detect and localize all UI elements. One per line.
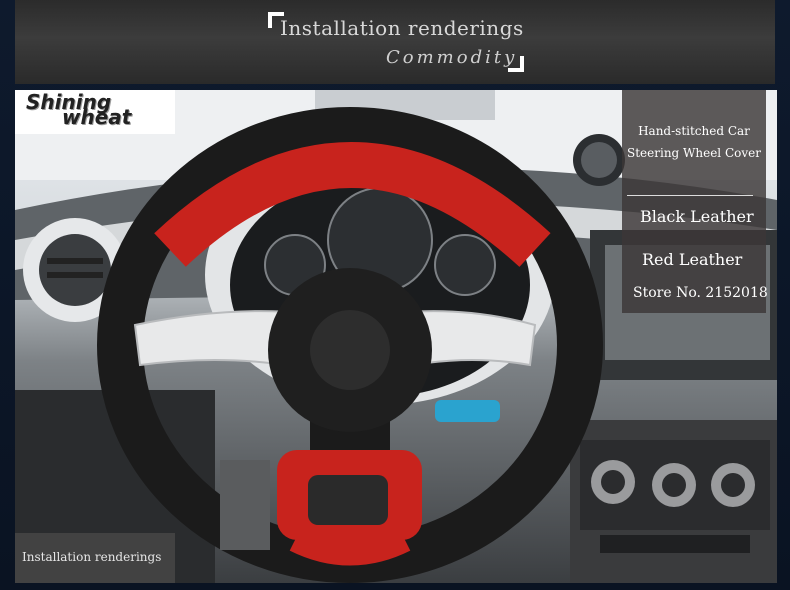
header-banner (15, 0, 775, 84)
option-black-leather: Black Leather (640, 207, 754, 226)
brand-logo: Shining wheat (26, 92, 131, 127)
caption-badge-label: Installation renderings (22, 550, 162, 564)
panel-divider (627, 195, 753, 196)
store-number: Store No. 2152018 (633, 285, 768, 301)
corner-bracket-bottom-right-icon (508, 56, 524, 72)
header-title: Installation renderings (280, 16, 524, 40)
header-subtitle: Commodity (386, 47, 518, 68)
product-title: Hand-stitched Car Steering Wheel Cover (627, 124, 761, 160)
option-red-leather: Red Leather (642, 250, 743, 269)
